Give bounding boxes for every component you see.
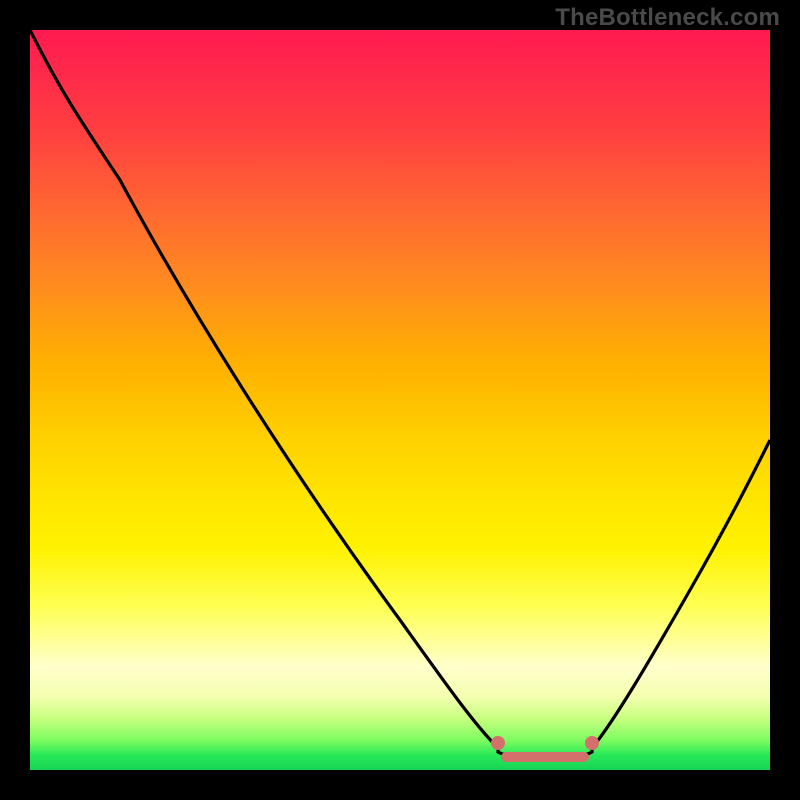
plot-area [30,30,770,770]
bottleneck-curve-path [30,30,770,758]
curve-layer [30,30,770,770]
watermark-text: TheBottleneck.com [555,4,780,32]
flat-start-node [491,736,505,750]
chart-frame: TheBottleneck.com [0,0,800,800]
flat-end-node [585,736,599,750]
